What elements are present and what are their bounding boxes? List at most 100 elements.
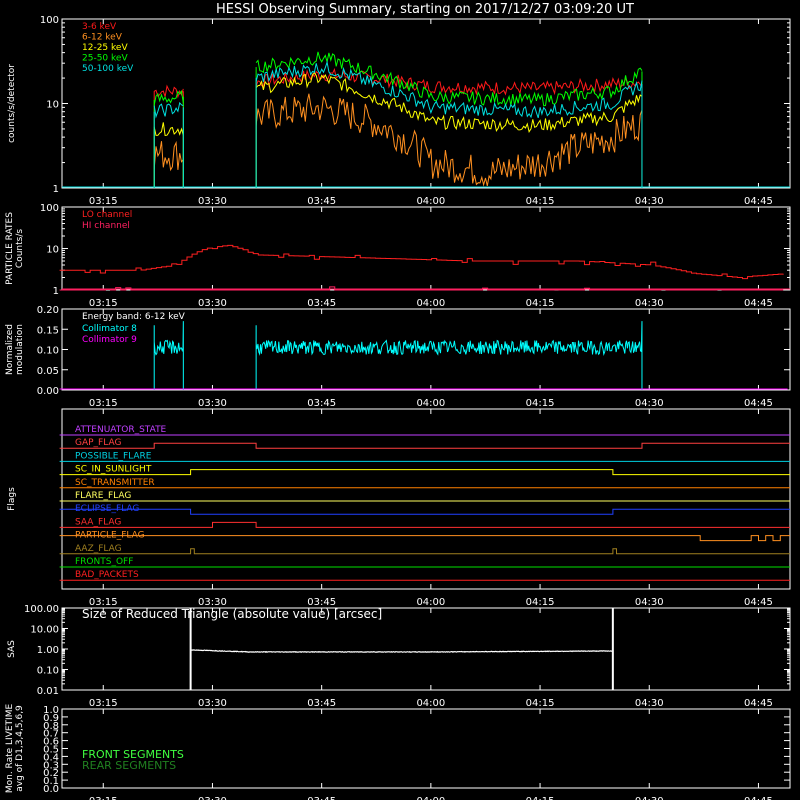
sas-ytick-label: 100.00 <box>24 604 59 615</box>
sas-xtick-label: 04:30 <box>635 698 664 709</box>
particle-series-0 <box>59 244 784 280</box>
modulation-ytick-label: 0.20 <box>37 305 59 316</box>
xray-frame <box>61 18 791 189</box>
livetime-xtick-label: 03:15 <box>89 796 118 800</box>
livetime-ytick-label: 1.0 <box>43 705 59 716</box>
flag-line-9 <box>59 548 790 555</box>
particle-xtick-label: 04:30 <box>635 298 664 309</box>
flag-label-0: ATTENUATOR_STATE <box>75 425 167 435</box>
flag-label-11: BAD_PACKETS <box>75 570 139 580</box>
xray-ylabel: counts/s/detector <box>7 64 17 143</box>
xray-series-1 <box>153 93 643 187</box>
flags-xtick-label: 04:45 <box>744 597 773 608</box>
modulation-legend-0: Collimator 8 <box>82 324 137 334</box>
flag-label-5: FLARE_FLAG <box>75 491 131 501</box>
figure-title: HESSI Observing Summary, starting on 201… <box>216 2 634 17</box>
modulation-xtick-label: 04:15 <box>526 398 555 409</box>
xray-legend-0: 3-6 keV <box>82 22 117 32</box>
modulation-xtick-label: 03:45 <box>307 398 336 409</box>
modulation-ytick-label: 0.00 <box>37 386 59 397</box>
xray-xtick-label: 04:45 <box>744 196 773 207</box>
sas-xtick-label: 03:45 <box>307 698 336 709</box>
sas-xtick-label: 04:45 <box>744 698 773 709</box>
flags-frame <box>61 408 791 590</box>
livetime-ylabel: avg of D1,3,4,5,6,9 <box>15 705 25 792</box>
xray-legend-4: 50-100 keV <box>82 64 134 74</box>
xray-ytick-label: 100 <box>40 15 59 26</box>
flags-xtick-label: 04:30 <box>635 597 664 608</box>
sas-xtick-label: 04:15 <box>526 698 555 709</box>
flag-label-9: AAZ_FLAG <box>75 544 122 554</box>
particle-ytick-label: 1 <box>53 286 59 297</box>
xray-legend-1: 6-12 keV <box>82 33 123 43</box>
sas-ylabel: SAS <box>7 640 17 658</box>
flags-ylabel: Flags <box>7 487 17 511</box>
xray-xtick-label: 03:45 <box>307 196 336 207</box>
flags-xtick-label: 04:15 <box>526 597 555 608</box>
modulation-xtick-label: 04:30 <box>635 398 664 409</box>
xray-xtick-label: 03:15 <box>89 196 118 207</box>
modulation-series-0 <box>255 321 643 390</box>
livetime-legend-1: REAR SEGMENTS <box>82 759 176 772</box>
modulation-xtick-label: 04:45 <box>744 398 773 409</box>
flag-line-6 <box>59 508 790 515</box>
sas-ytick-label: 1.00 <box>37 645 59 656</box>
xray-xtick-label: 04:00 <box>416 196 445 207</box>
flag-label-10: FRONTS_OFF <box>75 557 133 567</box>
sas-ytick-label: 0.01 <box>37 686 59 697</box>
modulation-ytick-label: 0.10 <box>37 346 59 357</box>
flag-line-7 <box>59 521 790 528</box>
sas-xtick-label: 03:15 <box>89 698 118 709</box>
xray-ytick-label: 1 <box>53 184 59 195</box>
particle-frame <box>61 206 791 291</box>
livetime-xtick-label: 04:45 <box>744 796 773 800</box>
particle-series-1 <box>59 286 784 291</box>
modulation-legend-1: Collimator 9 <box>82 335 137 345</box>
particle-xtick-label: 03:30 <box>198 298 227 309</box>
modulation-ytick-label: 0.05 <box>37 366 59 377</box>
xray-legend-2: 12-25 keV <box>82 43 128 53</box>
sas-xtick-label: 03:30 <box>198 698 227 709</box>
sas-legend-0: Size of Reduced Triangle (absolute value… <box>82 607 382 621</box>
flag-line-3 <box>59 469 790 476</box>
xray-xtick-label: 03:30 <box>198 196 227 207</box>
flag-label-7: SAA_FLAG <box>75 517 121 527</box>
flag-label-8: PARTICLE_FLAG <box>75 531 145 541</box>
flag-label-2: POSSIBLE_FLARE <box>75 451 152 461</box>
particle-xtick-label: 03:15 <box>89 298 118 309</box>
xray-series-0 <box>153 67 643 99</box>
xray-xtick-label: 04:15 <box>526 196 555 207</box>
particle-legend-0: LO channel <box>82 210 132 220</box>
xray-legend-3: 25-50 keV <box>82 54 128 64</box>
flag-label-4: SC_TRANSMITTER <box>75 478 155 488</box>
particle-ylabel: PARTICLE RATES <box>5 212 15 285</box>
modulation-xtick-label: 03:15 <box>89 398 118 409</box>
flag-label-1: GAP_FLAG <box>75 438 121 448</box>
flags-xtick-label: 04:00 <box>416 597 445 608</box>
livetime-xtick-label: 04:30 <box>635 796 664 800</box>
particle-xtick-label: 03:45 <box>307 298 336 309</box>
modulation-ylabel: modulation <box>15 324 25 375</box>
flag-label-3: SC_IN_SUNLIGHT <box>75 465 152 475</box>
livetime-xtick-label: 04:15 <box>526 796 555 800</box>
particle-legend-1: HI channel <box>82 221 130 231</box>
flag-label-6: ECLIPSE_FLAG <box>75 504 139 514</box>
particle-xtick-label: 04:00 <box>416 298 445 309</box>
modulation-legend-title: Energy band: 6-12 keV <box>82 312 186 322</box>
modulation-xtick-label: 03:30 <box>198 398 227 409</box>
xray-ytick-label: 10 <box>46 100 59 111</box>
livetime-xtick-label: 03:30 <box>198 796 227 800</box>
particle-xtick-label: 04:45 <box>744 298 773 309</box>
sas-ytick-label: 0.10 <box>37 666 59 677</box>
sas-xtick-label: 04:00 <box>416 698 445 709</box>
xray-series-4 <box>153 60 643 119</box>
sas-ytick-label: 10.00 <box>30 625 59 636</box>
particle-ylabel: Counts/s <box>15 229 25 268</box>
flag-line-8 <box>59 535 790 542</box>
sas-series-0 <box>190 649 613 654</box>
particle-ytick-label: 100 <box>40 203 59 214</box>
particle-xtick-label: 04:15 <box>526 298 555 309</box>
livetime-xtick-label: 03:45 <box>307 796 336 800</box>
livetime-xtick-label: 04:00 <box>416 796 445 800</box>
modulation-ylabel: Normalized <box>5 324 15 375</box>
